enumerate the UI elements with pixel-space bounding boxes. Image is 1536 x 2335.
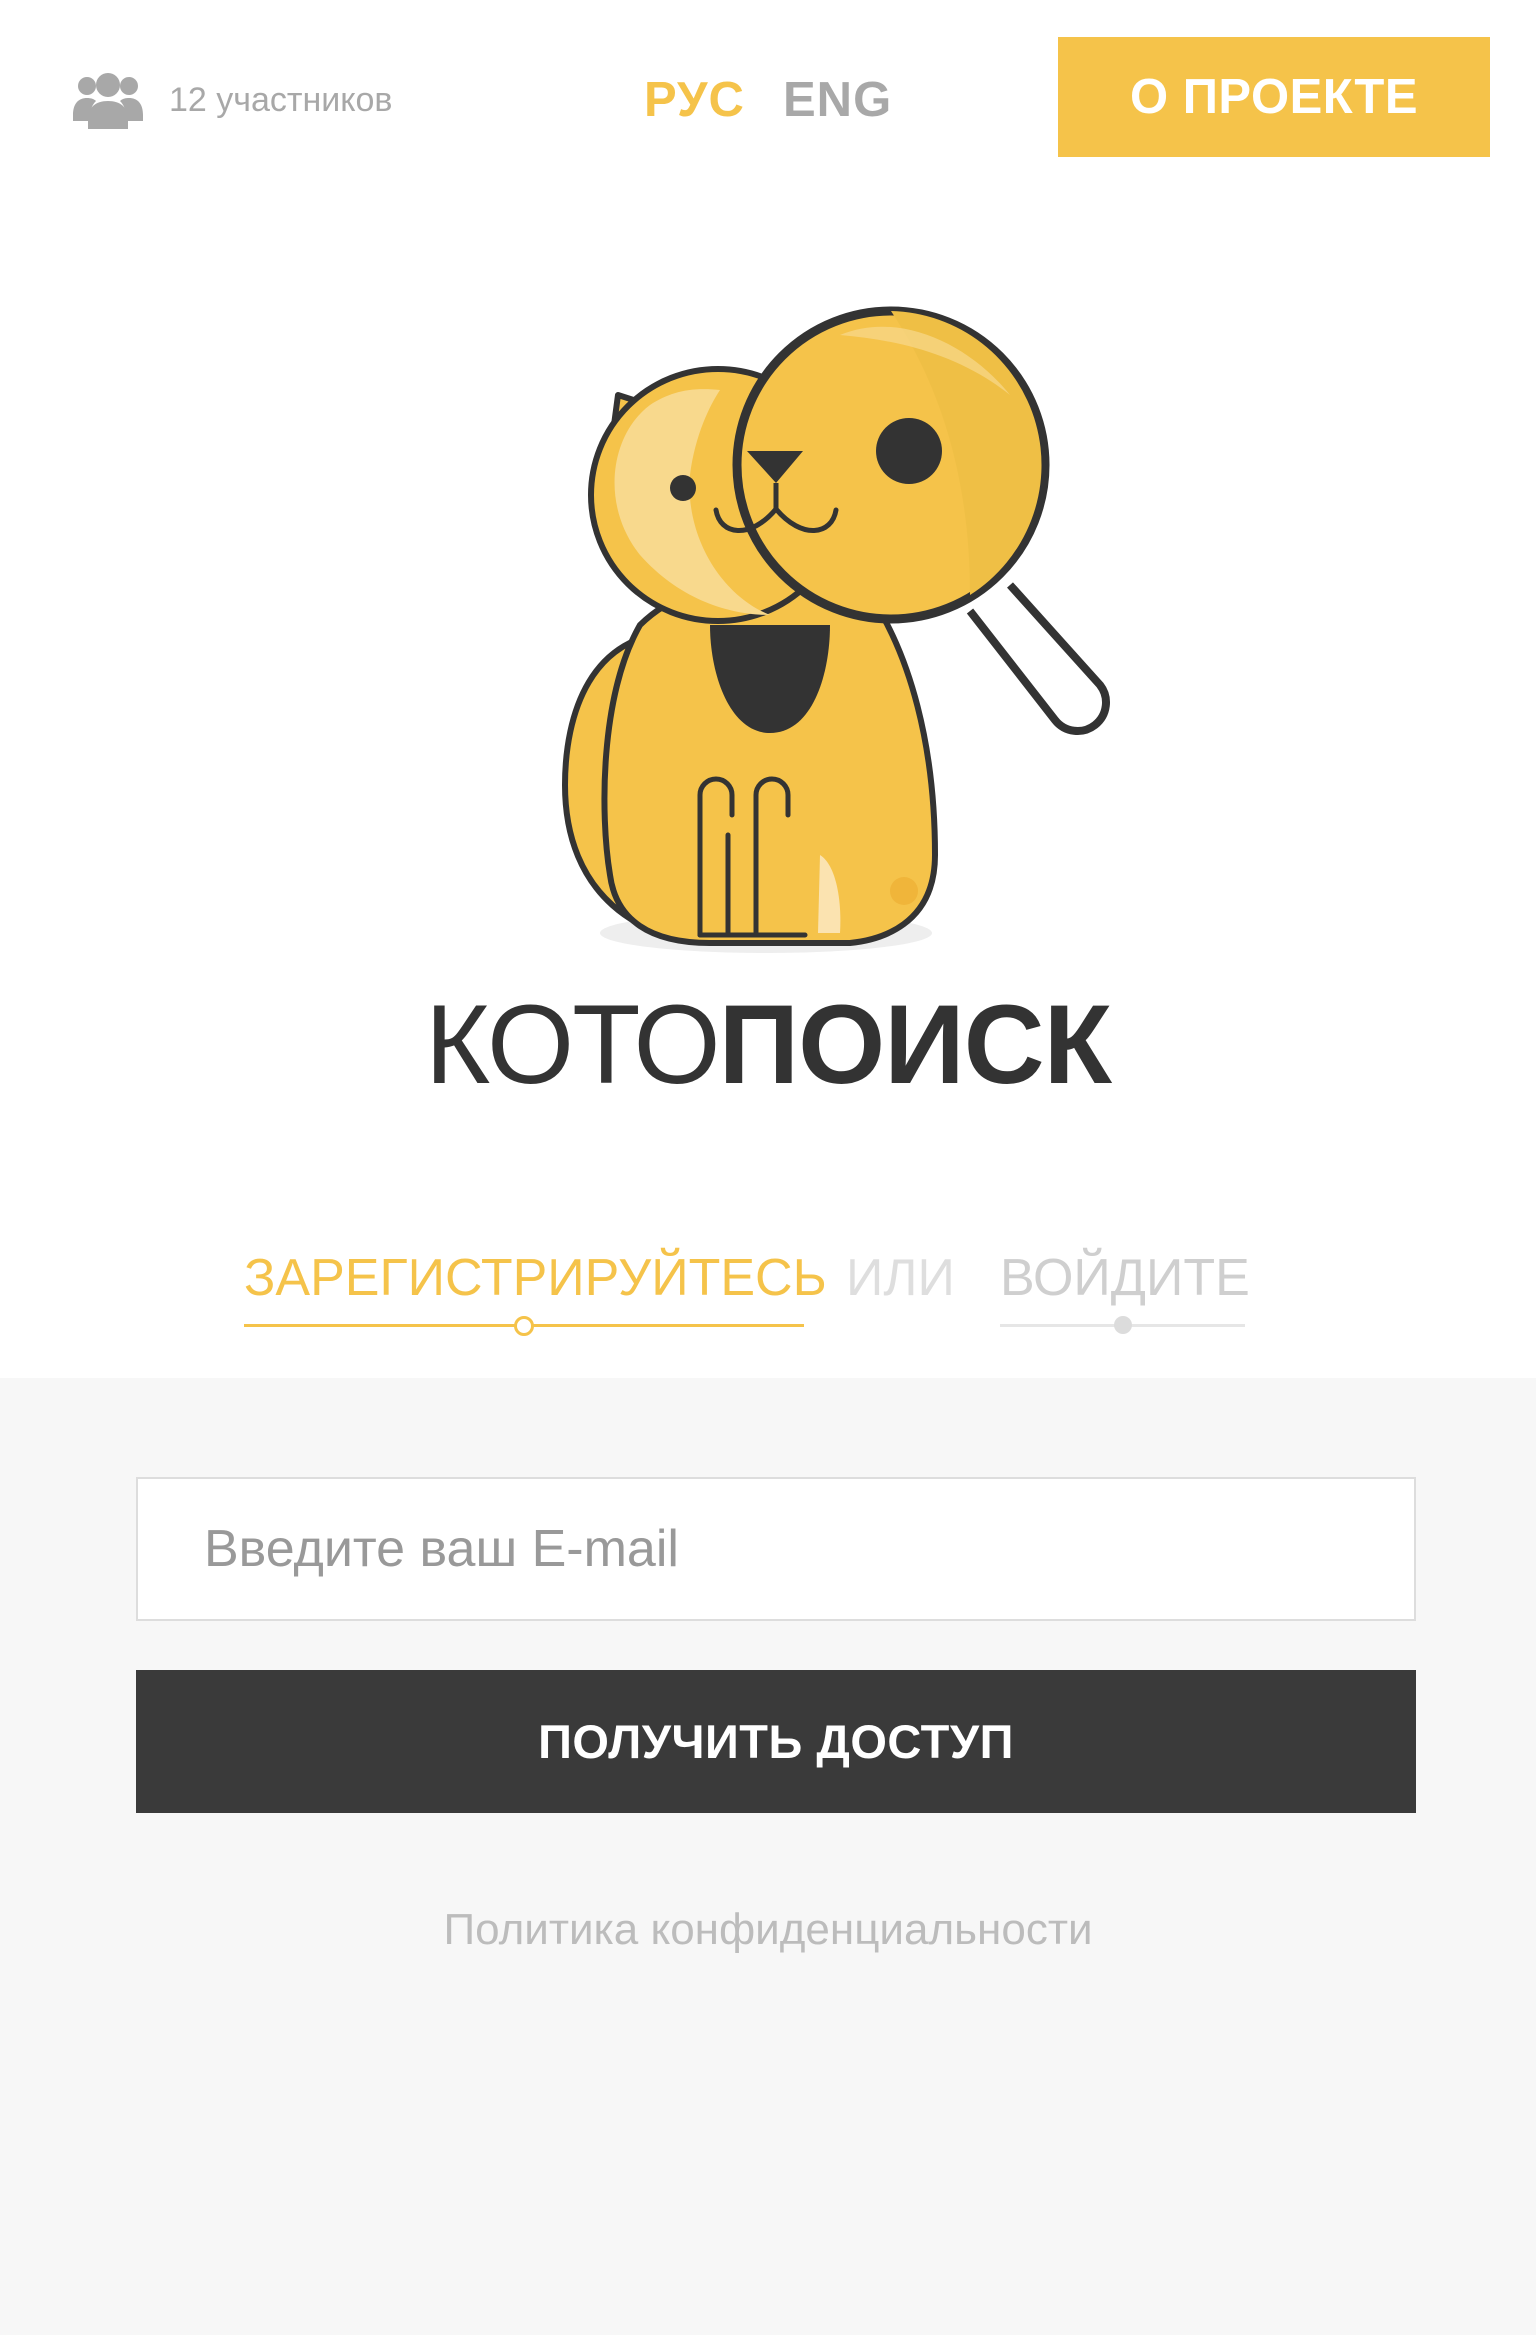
language-en-option[interactable]: ENG <box>783 72 892 128</box>
privacy-policy-link[interactable]: Политика конфиденциальности <box>0 1905 1536 1955</box>
tab-login-label: ВОЙДИТЕ <box>1000 1249 1250 1307</box>
or-separator: ИЛИ <box>846 1249 955 1307</box>
tab-login[interactable]: ВОЙДИТЕ <box>1000 1249 1250 1334</box>
users-icon <box>73 71 143 129</box>
brand-wordmark: КОТОПОИСК <box>0 985 1536 1105</box>
language-ru-option[interactable]: РУС <box>644 72 745 128</box>
email-field[interactable] <box>136 1477 1416 1621</box>
get-access-button[interactable]: ПОЛУЧИТЬ ДОСТУП <box>136 1670 1416 1813</box>
tab-inactive-indicator <box>1113 1316 1132 1334</box>
auth-tabs: ЗАРЕГИСТРИРУЙТЕСЬ ИЛИ ВОЙДИТЕ <box>0 1249 1536 1336</box>
tab-register-label: ЗАРЕГИСТРИРУЙТЕСЬ <box>244 1249 827 1307</box>
members-counter: 12 участников <box>73 70 392 130</box>
about-project-button[interactable]: О ПРОЕКТЕ <box>1058 37 1490 157</box>
brand-bold-text: ПОИСК <box>718 982 1112 1107</box>
members-count-text: 12 участников <box>169 80 393 119</box>
cat-with-magnifier-logo <box>540 295 1140 985</box>
brand-light-text: КОТО <box>425 982 721 1107</box>
tab-active-indicator <box>514 1316 534 1336</box>
tab-register[interactable]: ЗАРЕГИСТРИРУЙТЕСЬ <box>244 1249 827 1336</box>
